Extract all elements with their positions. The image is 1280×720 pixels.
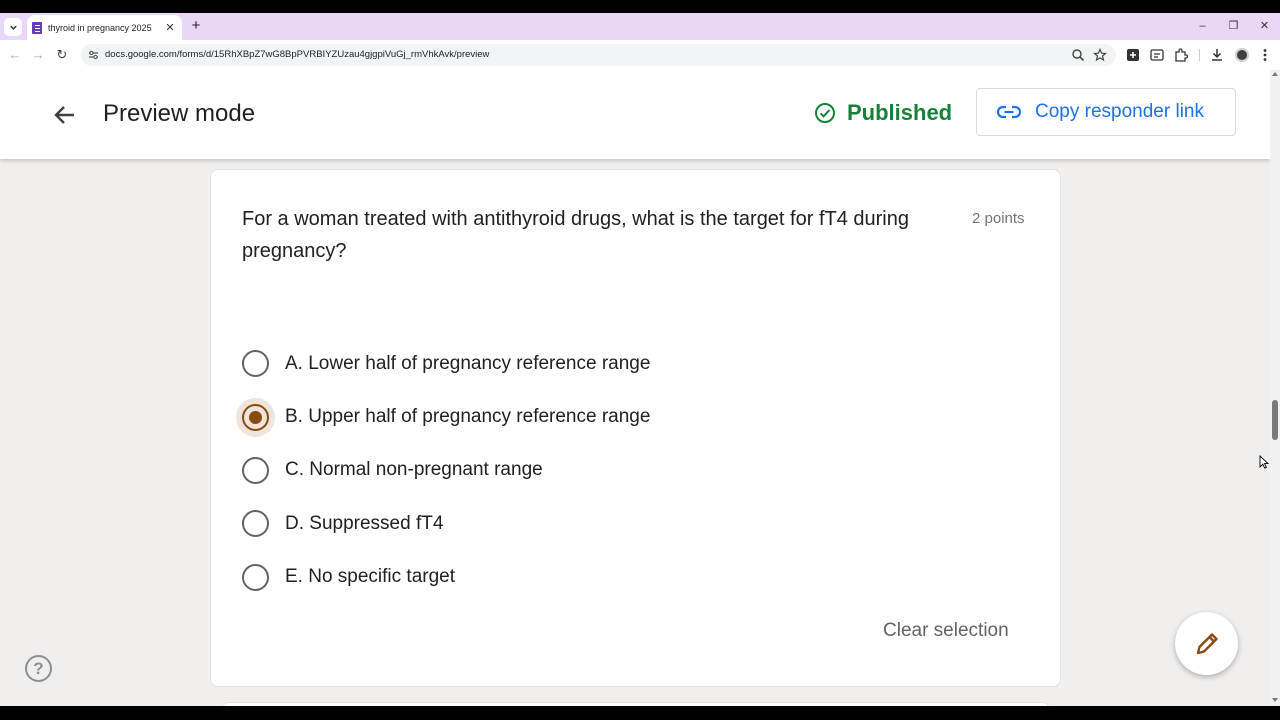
option-label: B. Upper half of pregnancy reference ran… [285,406,651,428]
option-d[interactable]: D. Suppressed fT4 [242,497,650,550]
restore-button[interactable]: ❐ [1218,13,1249,40]
download-icon[interactable] [1209,47,1225,63]
points-label: 2 points [972,210,1025,227]
radio-button[interactable] [242,350,269,378]
radio-button-selected[interactable] [236,397,275,437]
forward-button[interactable]: → [30,47,46,63]
copy-responder-link-button[interactable]: Copy responder link [976,88,1236,136]
help-icon[interactable]: ? [25,655,52,682]
option-label: A. Lower half of pregnancy reference ran… [285,352,651,374]
window-controls: – ❐ ✕ [1187,13,1280,40]
extension-icon[interactable] [1125,47,1141,63]
options-list: A. Lower half of pregnancy reference ran… [236,337,651,604]
pencil-icon [1196,632,1218,654]
copy-link-label: Copy responder link [1035,101,1204,122]
close-window-button[interactable]: ✕ [1249,13,1280,40]
published-label: Published [847,100,953,125]
preview-header: Preview mode Published Copy responder li… [0,70,1270,159]
question-text: For a woman treated with antithyroid dru… [242,208,909,262]
check-circle-icon [815,103,835,123]
radio-button[interactable] [242,563,269,591]
option-label: C. Normal non-pregnant range [285,459,543,481]
reader-extension-icon[interactable] [1149,47,1165,63]
option-label: E. No specific target [285,566,456,588]
form-page: Preview mode Published Copy responder li… [0,70,1270,706]
kebab-menu-icon[interactable] [1257,47,1273,63]
zoom-icon[interactable] [1071,48,1085,62]
scroll-up-arrow-icon[interactable] [1272,72,1278,76]
minimize-button[interactable]: – [1187,13,1218,40]
back-button[interactable]: ← [7,47,23,63]
address-bar[interactable]: docs.google.com/forms/d/15RhXBpZ7wG8BpPV… [81,44,1116,66]
mouse-cursor-icon [1259,455,1269,469]
option-label: D. Suppressed fT4 [285,512,444,534]
page-title: Preview mode [103,100,256,127]
option-c[interactable]: C. Normal non-pregnant range [242,444,650,497]
link-icon [997,105,1021,119]
browser-tab-active[interactable]: thyroid in pregnancy 2025 ✕ [27,15,182,40]
profile-avatar-icon[interactable] [1235,48,1249,62]
scroll-down-arrow-icon[interactable] [1272,698,1278,702]
radio-button[interactable] [242,456,269,484]
tab-search-button[interactable] [4,18,22,36]
screen-top-bar [0,0,1280,13]
option-a[interactable]: A. Lower half of pregnancy reference ran… [242,337,650,390]
extension-puzzle-icon[interactable] [1173,47,1189,63]
radio-button[interactable] [242,510,269,538]
scrollbar-thumb[interactable] [1272,400,1278,440]
option-e[interactable]: E. No specific target [242,551,650,604]
browser-toolbar: ← → ↻ docs.google.com/forms/d/15RhXBpZ7w… [0,40,1280,70]
toolbar-separator [1199,49,1200,61]
clear-selection-button[interactable]: Clear selection [883,620,1009,642]
url-text: docs.google.com/forms/d/15RhXBpZ7wG8BpPV… [105,49,490,60]
published-status: Published [814,100,952,126]
chevron-down-icon [9,25,17,30]
google-forms-favicon-icon [32,21,42,34]
back-arrow-icon[interactable] [52,102,78,128]
tab-strip: thyroid in pregnancy 2025 ✕ + – ❐ ✕ [0,13,1280,40]
page-scrollbar[interactable] [1270,70,1280,706]
screen-bottom-bar [0,706,1280,720]
option-b[interactable]: B. Upper half of pregnancy reference ran… [236,390,651,443]
tab-close-icon[interactable]: ✕ [162,21,178,34]
new-tab-button[interactable]: + [187,17,205,35]
reload-button[interactable]: ↻ [54,47,70,63]
tab-title: thyroid in pregnancy 2025 [48,22,152,33]
bookmark-star-icon[interactable] [1093,48,1107,62]
question-card: For a woman treated with antithyroid dru… [210,169,1061,687]
edit-form-button[interactable] [1175,612,1238,675]
site-info-icon[interactable] [88,50,99,60]
